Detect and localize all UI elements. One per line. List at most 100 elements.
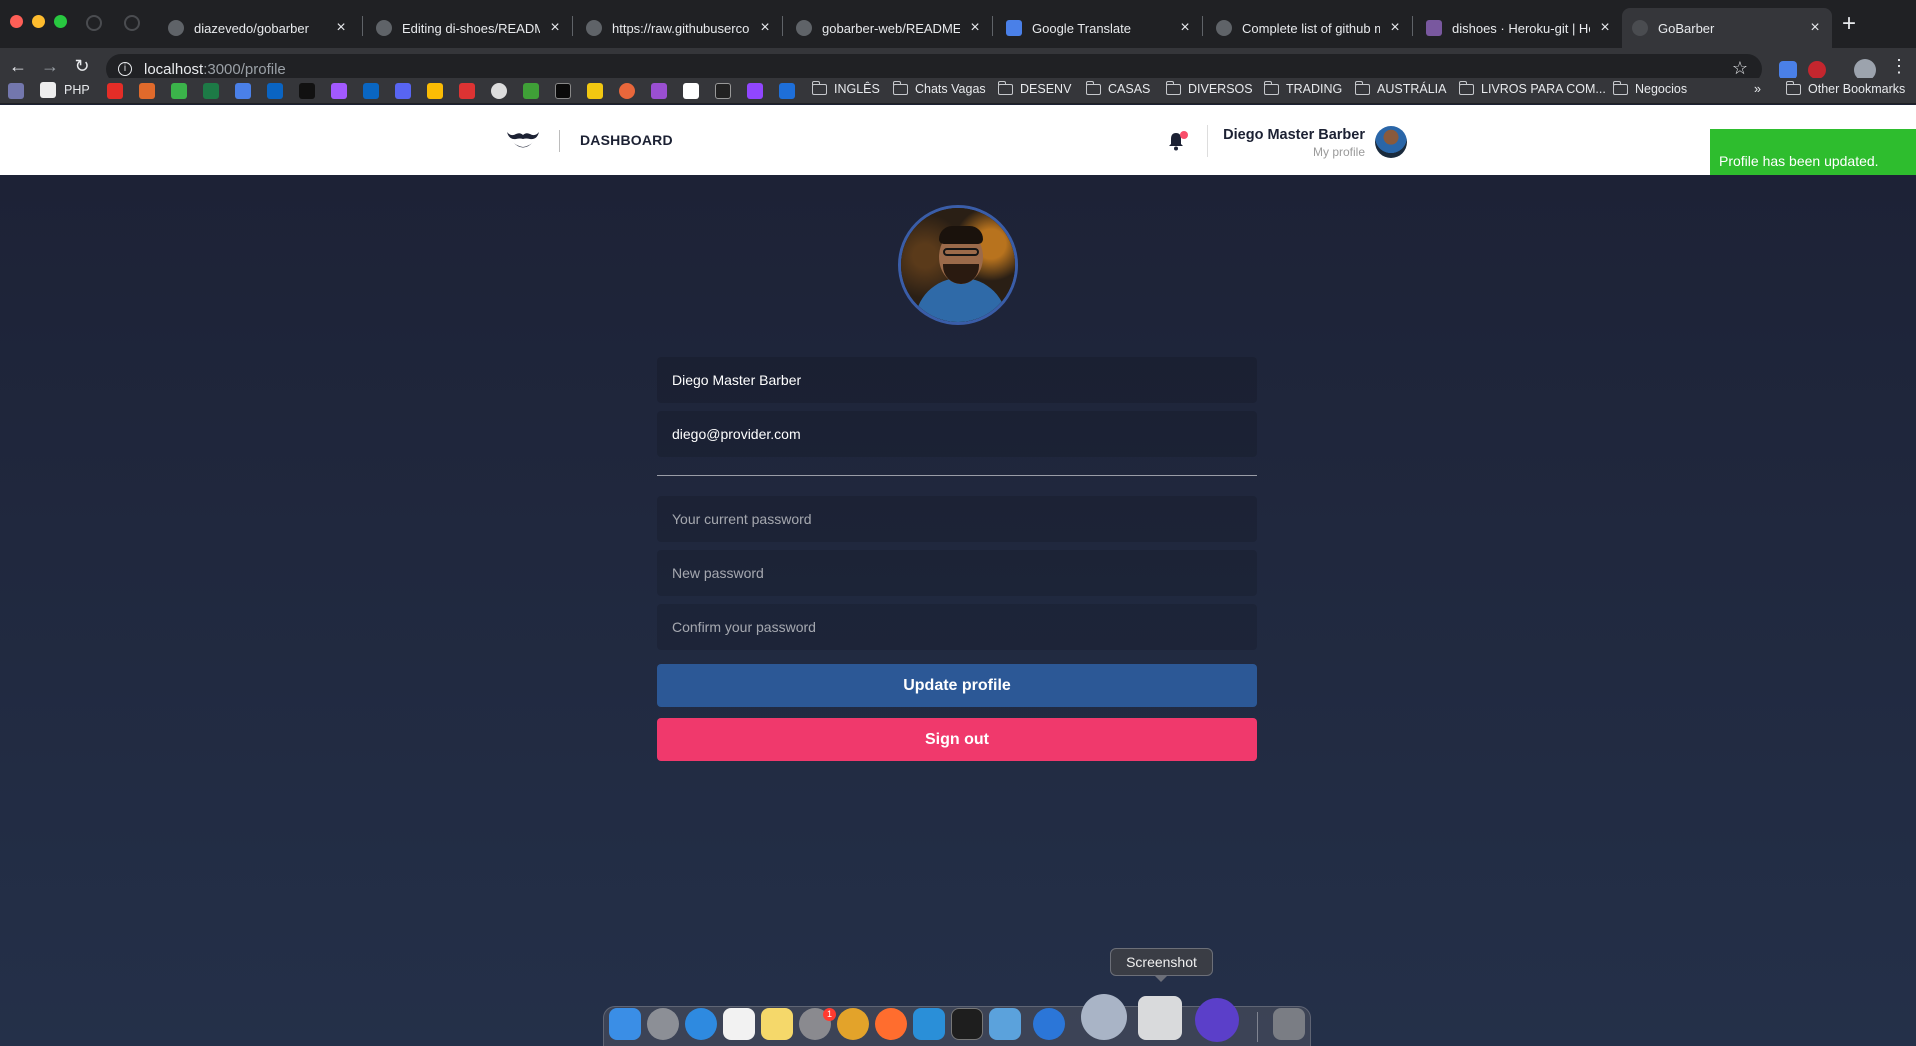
bet365-icon[interactable] (203, 83, 219, 99)
youtube-icon[interactable] (107, 83, 123, 99)
finder-icon[interactable] (609, 1008, 641, 1040)
dev-to-icon[interactable] (555, 83, 571, 99)
bookmark-folder[interactable]: LIVROS PARA COM... (1458, 80, 1606, 96)
lastpass-extension-icon[interactable] (1808, 61, 1826, 79)
browser-tab[interactable]: https://raw.githubuserconte × (576, 8, 782, 48)
browser-tab-active[interactable]: GoBarber × (1622, 8, 1832, 48)
profile-avatar[interactable] (898, 205, 1018, 325)
translate-extension-icon[interactable] (1779, 61, 1797, 79)
php-net-icon[interactable] (8, 83, 24, 99)
header-avatar[interactable] (1375, 126, 1407, 158)
folder-label: LIVROS PARA COM... (1481, 82, 1606, 96)
update-profile-button[interactable]: Update profile (657, 664, 1257, 707)
bookmark-folder[interactable]: Negocios (1612, 80, 1687, 96)
chrome-icon[interactable] (837, 1008, 869, 1040)
my-profile-link[interactable]: My profile (1313, 145, 1365, 159)
pinned-tab-github-icon[interactable] (86, 15, 102, 31)
browser-tab[interactable]: Complete list of github mar × (1206, 8, 1412, 48)
firefox-icon[interactable] (875, 1008, 907, 1040)
browser-menu-icon[interactable]: ⋮ (1890, 56, 1908, 77)
bookmark-folder[interactable]: DESENV (997, 80, 1071, 96)
close-tab-icon[interactable]: × (968, 19, 982, 37)
bookmark-icon[interactable] (299, 83, 315, 99)
close-tab-icon[interactable]: × (1178, 19, 1192, 37)
bookmark-icon[interactable] (587, 83, 603, 99)
bookmark-folder[interactable]: TRADING (1263, 80, 1343, 96)
terminal-icon[interactable] (951, 1008, 983, 1040)
close-window-button[interactable] (10, 15, 23, 28)
vscode-icon[interactable] (913, 1008, 945, 1040)
notes-icon[interactable] (761, 1008, 793, 1040)
thunderbird-icon[interactable] (1033, 1008, 1065, 1040)
tab-title: Editing di-shoes/README.m (402, 20, 540, 36)
forward-icon[interactable]: → (38, 56, 62, 77)
hyper-icon[interactable] (1195, 998, 1239, 1042)
heroku-icon[interactable] (651, 83, 667, 99)
site-info-icon[interactable]: i (118, 62, 132, 76)
checkbox-icon (40, 82, 56, 98)
maximize-window-button[interactable] (54, 15, 67, 28)
bookmark-folder[interactable]: Chats Vagas (892, 80, 986, 96)
browser-tab[interactable]: Editing di-shoes/README.m × (366, 8, 572, 48)
twitch-icon[interactable] (747, 83, 763, 99)
gobarber-logo-icon[interactable] (506, 128, 540, 152)
other-bookmarks-folder[interactable]: Other Bookmarks (1785, 80, 1905, 96)
xcode-icon[interactable] (989, 1008, 1021, 1040)
bookmark-icon[interactable] (779, 83, 795, 99)
bookmark-folder[interactable]: CASAS (1085, 80, 1150, 96)
email-field[interactable]: diego@provider.com (657, 411, 1257, 457)
close-tab-icon[interactable]: × (1388, 19, 1402, 37)
bookmark-icon[interactable] (715, 83, 731, 99)
bookmark-star-icon[interactable]: ☆ (1732, 58, 1748, 79)
bookmark-label: PHP (64, 83, 90, 97)
bookmark-folder[interactable]: DIVERSOS (1165, 80, 1253, 96)
trash-icon[interactable] (1273, 1008, 1305, 1040)
figma-icon[interactable] (331, 83, 347, 99)
minimize-window-button[interactable] (32, 15, 45, 28)
close-tab-icon[interactable]: × (548, 19, 562, 37)
confirm-password-field[interactable]: Confirm your password (657, 604, 1257, 650)
close-tab-icon[interactable]: × (334, 19, 348, 37)
google-translate-icon[interactable] (235, 83, 251, 99)
bookmark-icon[interactable] (139, 83, 155, 99)
nav-dashboard-link[interactable]: DASHBOARD (580, 132, 673, 148)
bookmark-icon[interactable] (171, 83, 187, 99)
folder-label: AUSTRÁLIA (1377, 82, 1447, 96)
launchpad-icon[interactable] (647, 1008, 679, 1040)
browser-tab[interactable]: Google Translate × (996, 8, 1202, 48)
github-icon (168, 20, 184, 36)
safari-icon[interactable] (685, 1008, 717, 1040)
tableplus-icon[interactable] (1081, 994, 1127, 1040)
name-field[interactable]: Diego Master Barber (657, 357, 1257, 403)
close-tab-icon[interactable]: × (1598, 19, 1612, 37)
mongodb-icon[interactable] (523, 83, 539, 99)
more-bookmarks-icon[interactable]: » (1754, 82, 1761, 96)
current-password-field[interactable]: Your current password (657, 496, 1257, 542)
bookmark-icon[interactable] (459, 83, 475, 99)
medium-icon[interactable] (683, 83, 699, 99)
browser-tab[interactable]: dishoes · Heroku-git | Hero × (1416, 8, 1622, 48)
google-drive-icon[interactable] (427, 83, 443, 99)
new-tab-button[interactable]: + (1842, 10, 1856, 38)
screenshot-icon[interactable] (1138, 996, 1182, 1040)
new-password-field[interactable]: New password (657, 550, 1257, 596)
close-tab-icon[interactable]: × (1808, 19, 1822, 37)
pinned-tab-github-icon[interactable] (124, 15, 140, 31)
folder-label: TRADING (1286, 82, 1343, 96)
bookmark-php[interactable]: PHP (40, 82, 90, 98)
linkedin-icon[interactable] (363, 83, 379, 99)
tab-title: diazevedo/gobarber (194, 20, 309, 36)
back-icon[interactable]: ← (6, 56, 30, 77)
browser-tab[interactable]: diazevedo/gobarber × (158, 8, 358, 48)
discord-icon[interactable] (395, 83, 411, 99)
github-icon[interactable] (491, 83, 507, 99)
outlook-icon[interactable] (267, 83, 283, 99)
reload-icon[interactable]: ↻ (70, 56, 94, 77)
browser-tab[interactable]: gobarber-web/README.md × (786, 8, 992, 48)
close-tab-icon[interactable]: × (758, 19, 772, 37)
bookmark-folder[interactable]: INGLÊS (811, 80, 880, 96)
calendar-icon[interactable] (723, 1008, 755, 1040)
sign-out-button[interactable]: Sign out (657, 718, 1257, 761)
bookmark-folder[interactable]: AUSTRÁLIA (1354, 80, 1447, 96)
bookmark-icon[interactable] (619, 83, 635, 99)
